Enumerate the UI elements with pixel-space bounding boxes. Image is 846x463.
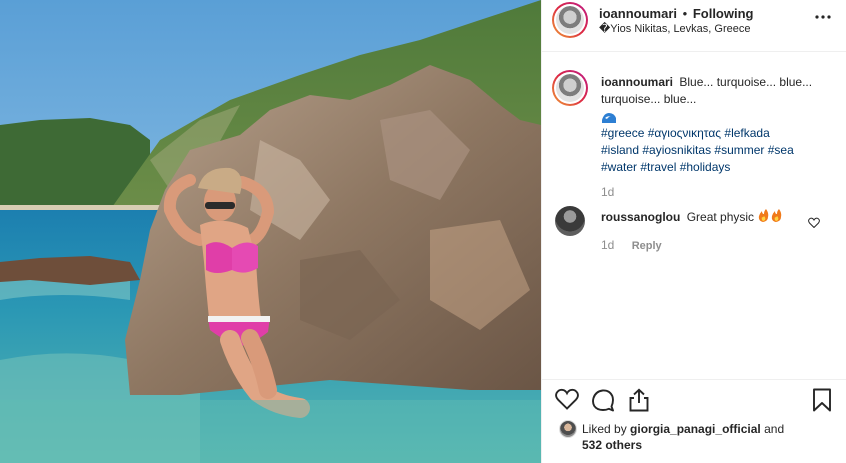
comments-section: ioannoumari Blue... turquoise... blue...… <box>542 60 846 380</box>
share-icon[interactable] <box>627 388 651 417</box>
separator-dot: • <box>682 6 688 21</box>
comment-like-heart-icon[interactable] <box>808 215 820 233</box>
more-dots-icon[interactable] <box>814 8 832 31</box>
comment-body: Great physic <box>686 210 755 224</box>
comment-timestamp[interactable]: 1d <box>601 238 614 252</box>
caption-text: ioannoumari Blue... turquoise... blue...… <box>601 74 821 176</box>
liker-username[interactable]: giorgia_panagi_official <box>630 422 761 436</box>
liker-avatar[interactable] <box>559 420 577 438</box>
post-side-panel: ioannoumari • Following �Yios Nikitas, L… <box>541 0 846 463</box>
caption-username[interactable]: ioannoumari <box>601 75 673 89</box>
liked-by-text: Liked by giorgia_panagi_official and 532… <box>582 421 802 453</box>
caption-timestamp[interactable]: 1d <box>601 185 614 199</box>
following-button[interactable]: Following <box>693 6 754 21</box>
liked-and: and <box>764 422 785 436</box>
comment-icon[interactable] <box>591 388 615 417</box>
post-location[interactable]: �Yios Nikitas, Levkas, Greece <box>599 22 750 35</box>
commenter-avatar[interactable] <box>555 206 585 236</box>
beach-photo-image <box>0 0 541 463</box>
commenter-username[interactable]: roussanoglou <box>601 210 680 224</box>
likes-others-count[interactable]: 532 others <box>582 438 642 452</box>
comment-meta: 1d Reply <box>601 238 662 252</box>
author-avatar[interactable] <box>552 2 588 38</box>
liked-by-prefix: Liked by <box>582 422 627 436</box>
caption-body-line2: turquoise... blue... <box>601 92 697 106</box>
heart-icon[interactable] <box>555 388 579 415</box>
header-title-line: ioannoumari • Following <box>599 6 753 21</box>
comment-text: roussanoglou Great physic <box>601 209 783 224</box>
reply-button[interactable]: Reply <box>632 240 662 252</box>
fire-icon <box>759 209 782 222</box>
author-username[interactable]: ioannoumari <box>599 6 677 21</box>
bookmark-icon[interactable] <box>812 388 832 417</box>
caption-body-line1: Blue... turquoise... blue... <box>679 75 813 89</box>
actions-divider <box>542 379 846 380</box>
post-photo[interactable] <box>0 0 541 463</box>
hashtags-line2[interactable]: #island #ayiosnikitas #summer #sea <box>601 143 794 157</box>
hashtags-line1[interactable]: #greece #αγιοςνικητας #lefkada <box>601 126 770 140</box>
action-bar <box>542 386 846 418</box>
wave-icon <box>602 113 616 123</box>
post-header: ioannoumari • Following �Yios Nikitas, L… <box>542 0 846 52</box>
caption-author-avatar[interactable] <box>552 70 588 106</box>
hashtags-line3[interactable]: #water #travel #holidays <box>601 160 730 174</box>
